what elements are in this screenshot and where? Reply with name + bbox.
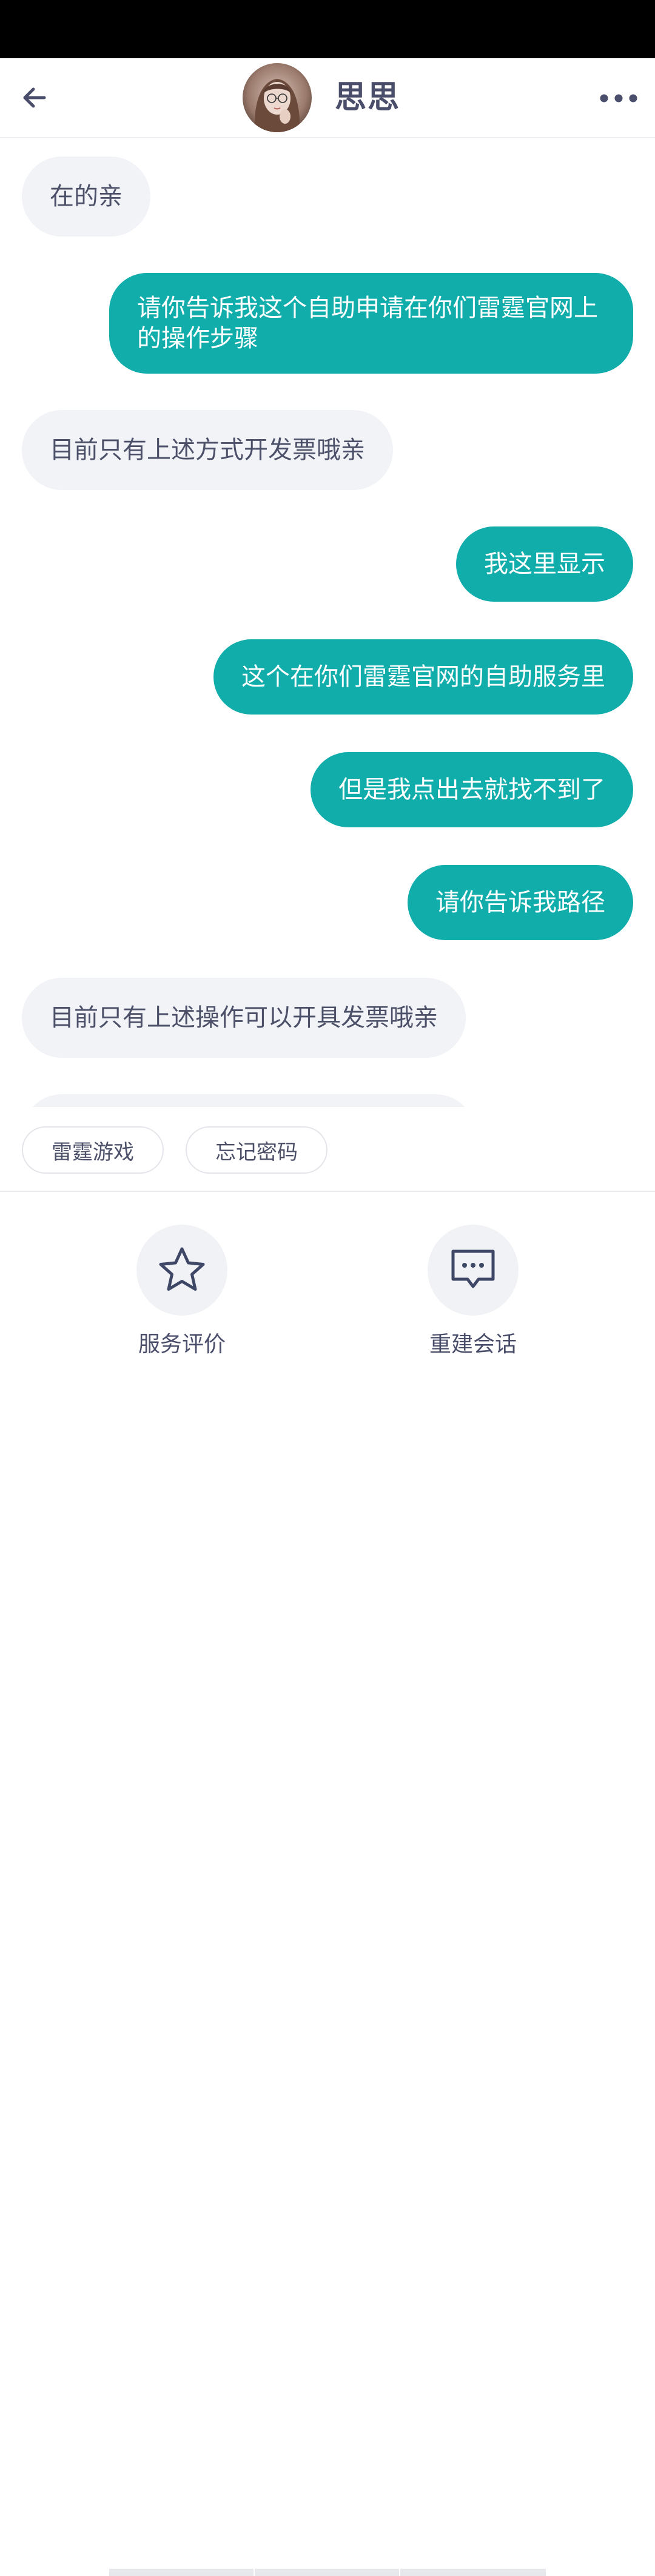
back-button[interactable] xyxy=(13,76,56,119)
quick-reply-bar: 雷霆游戏 忘记密码 xyxy=(0,1107,655,1192)
message-incoming: 目前只有上述操作可以开具发票哦亲 xyxy=(22,978,466,1058)
message-text: 但是我点出去就找不到了 xyxy=(338,776,605,804)
message-incoming-partial xyxy=(22,1094,475,1107)
message-outgoing: 请你告诉我这个自助申请在你们雷霆官网上的操作步骤 xyxy=(109,273,633,374)
message-outgoing: 请你告诉我路径 xyxy=(408,865,633,940)
status-bar xyxy=(0,0,655,58)
message-text: 目前只有上述方式开发票哦亲 xyxy=(50,436,365,464)
message-incoming: 目前只有上述方式开发票哦亲 xyxy=(22,410,393,490)
message-text: 请你告诉我路径 xyxy=(435,889,605,916)
home-indicator-segment xyxy=(255,2569,399,2576)
home-indicator-segment xyxy=(400,2569,546,2576)
message-text: 请你告诉我这个自助申请在你们雷霆官网上的操作步骤 xyxy=(137,294,598,352)
message-text: 目前只有上述操作可以开具发票哦亲 xyxy=(50,1004,438,1032)
star-icon xyxy=(159,1247,205,1291)
message-outgoing: 这个在你们雷霆官网的自助服务里 xyxy=(213,639,633,715)
quick-reply-chip[interactable]: 忘记密码 xyxy=(186,1126,328,1174)
bottom-action-bar: 服务评价 重建会话 xyxy=(0,1193,655,2576)
back-arrow-icon xyxy=(23,87,46,108)
restart-chat-circle[interactable] xyxy=(428,1225,519,1316)
chat-bubble-icon xyxy=(451,1249,495,1288)
quick-reply-chip[interactable]: 雷霆游戏 xyxy=(22,1126,164,1174)
message-outgoing: 我这里显示 xyxy=(456,526,633,602)
restart-chat-label: 重建会话 xyxy=(429,1332,517,1357)
more-dots-icon xyxy=(600,94,637,103)
restart-chat-button[interactable]: 重建会话 xyxy=(400,1225,546,1358)
message-outgoing: 但是我点出去就找不到了 xyxy=(311,752,633,827)
message-text: 在的亲 xyxy=(50,183,123,210)
rate-service-circle[interactable] xyxy=(136,1225,227,1316)
rate-service-label: 服务评价 xyxy=(138,1332,226,1357)
message-incoming: 在的亲 xyxy=(22,156,150,237)
message-list[interactable]: 在的亲 请你告诉我这个自助申请在你们雷霆官网上的操作步骤 目前只有上述方式开发票… xyxy=(0,140,655,1107)
message-text: 这个在你们雷霆官网的自助服务里 xyxy=(241,663,605,691)
home-indicator-segment xyxy=(109,2569,254,2576)
message-text: 我这里显示 xyxy=(484,550,605,578)
rate-service-button[interactable]: 服务评价 xyxy=(109,1225,255,1358)
chat-title: 思思 xyxy=(335,79,401,116)
more-options-button[interactable] xyxy=(594,79,643,118)
chat-header: 思思 xyxy=(0,58,655,138)
agent-avatar[interactable] xyxy=(243,63,312,132)
